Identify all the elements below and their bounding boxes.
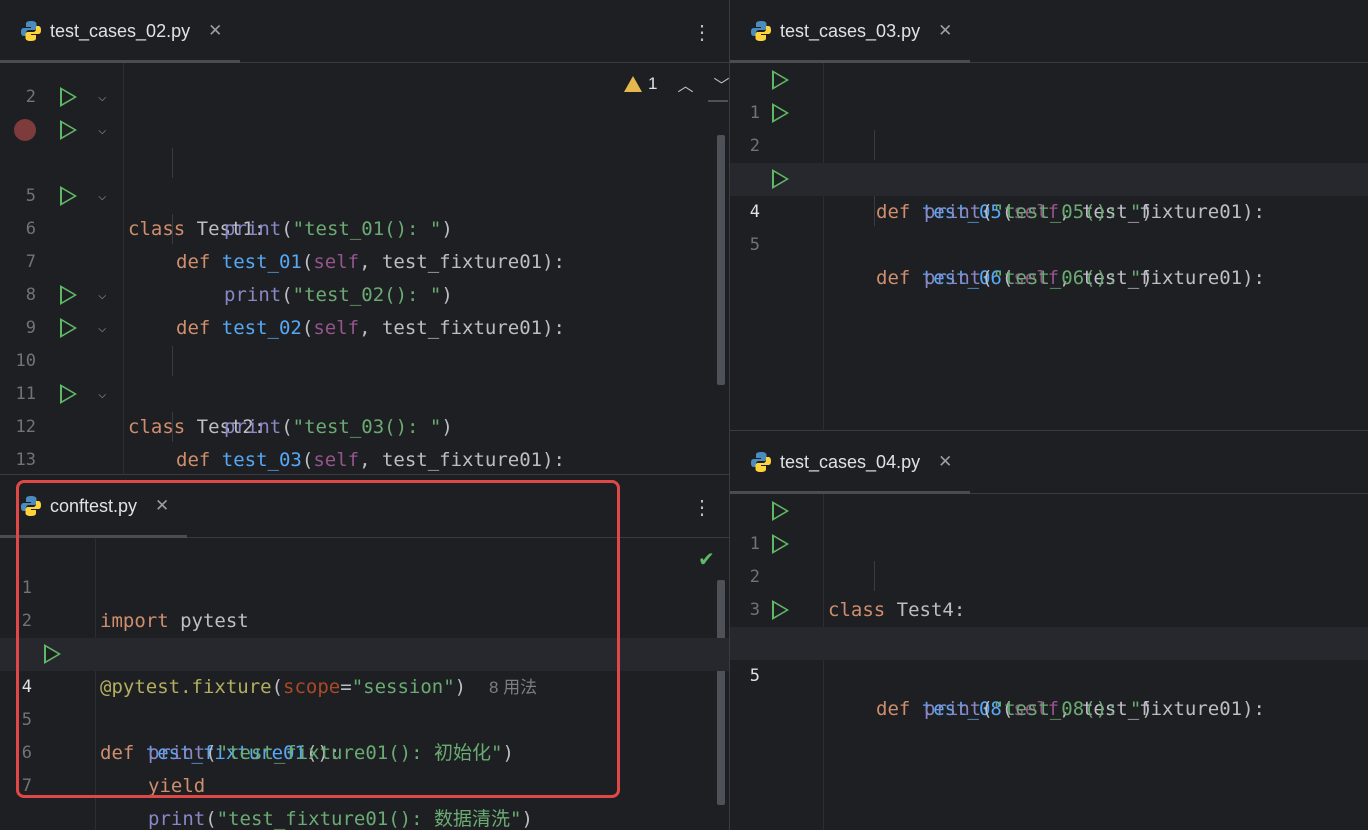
- line-number: 7: [21, 776, 32, 796]
- run-gutter-icon[interactable]: [772, 169, 789, 189]
- run-gutter-icon[interactable]: [60, 285, 77, 305]
- more-options-icon[interactable]: ⋮: [692, 495, 712, 520]
- tab-label: conftest.py: [50, 495, 138, 516]
- code-line[interactable]: 3 print("test_07(): "): [730, 561, 1368, 654]
- code-line-current[interactable]: 4 def test_fixture01():: [0, 638, 729, 764]
- breakpoint-icon[interactable]: [14, 119, 36, 141]
- code-line[interactable]: 5 print("test_fixture01(): 初始化"): [0, 671, 729, 764]
- editor-pane-test-cases-04: test_cases_04.py ✕ 1 class Test4: 2 def …: [730, 431, 1368, 830]
- code-line[interactable]: 6 yield: [0, 704, 729, 797]
- code-line[interactable]: 1 import pytest: [0, 539, 729, 632]
- code-line[interactable]: 12 ⌵ def test_04(self, test_fixture01):: [0, 378, 729, 437]
- close-icon[interactable]: ✕: [938, 452, 952, 472]
- run-gutter-icon[interactable]: [60, 186, 77, 206]
- fold-icon[interactable]: ⌵: [98, 180, 106, 213]
- tab-conftest[interactable]: conftest.py ✕: [0, 475, 188, 538]
- code-line[interactable]: 9 ⌵ class Test2:: [0, 279, 729, 438]
- code-text: yield: [148, 775, 206, 797]
- code-line-current[interactable]: 4 def test_06(self, test_fixture01):: [730, 163, 1368, 289]
- code-text: print("test_06(): "): [924, 267, 1153, 289]
- code-line[interactable]: 5 print("test_01(): "): [0, 147, 729, 240]
- code-line-current[interactable]: 5 print("test_08(): "): [730, 627, 1368, 720]
- line-number: 13: [15, 450, 36, 470]
- python-file-icon: [21, 21, 41, 41]
- run-gutter-icon[interactable]: [60, 87, 77, 107]
- code-line[interactable]: 2 def test_07(self, test_fixture01):: [730, 528, 1368, 654]
- fold-icon[interactable]: ⌵: [98, 312, 106, 345]
- code-line[interactable]: 4 def test_08(self, test_fixture01):: [730, 594, 1368, 720]
- tab-test-cases-03[interactable]: test_cases_03.py ✕: [730, 0, 971, 63]
- code-line[interactable]: 3 @pytest.fixture(scope="session") 8 用法: [0, 605, 729, 698]
- close-icon[interactable]: ✕: [938, 21, 952, 41]
- run-gutter-icon[interactable]: [60, 384, 77, 404]
- tab-bar: test_cases_04.py ✕: [730, 431, 1368, 494]
- run-gutter-icon[interactable]: [772, 501, 789, 521]
- code-line[interactable]: 6 ⌵ def test_02(self, test_fixture01):: [0, 180, 729, 339]
- code-line[interactable]: 3 ⌵ class Test1:: [0, 81, 729, 240]
- run-gutter-icon[interactable]: [772, 534, 789, 554]
- fold-icon[interactable]: ⌵: [98, 114, 106, 147]
- code-line[interactable]: 2: [0, 572, 729, 631]
- code-text: print("test_fixture01(): 数据清洗"): [148, 808, 533, 830]
- tab-bar: conftest.py ✕ ⋮: [0, 475, 729, 538]
- code-text: print("test_08(): "): [924, 698, 1153, 720]
- tab-bar: test_cases_03.py ✕: [730, 0, 1368, 63]
- python-file-icon: [21, 496, 41, 516]
- python-file-icon: [751, 21, 771, 41]
- run-gutter-icon[interactable]: [772, 70, 789, 90]
- close-icon[interactable]: ✕: [208, 21, 222, 41]
- string-cleanup: 数据清洗: [434, 808, 511, 830]
- more-options-icon[interactable]: ⋮: [692, 20, 712, 45]
- run-gutter-icon[interactable]: [44, 644, 61, 664]
- code-text: def test_03(self, test_fixture01):: [176, 449, 565, 471]
- editor-pane-test-cases-03: test_cases_03.py ✕ 1 class Test3: 2 def …: [730, 0, 1368, 430]
- code-line[interactable]: ⌵ def test_01(self, test_fixture01):: [0, 114, 729, 273]
- fold-icon[interactable]: ⌵: [98, 279, 106, 312]
- tab-test-cases-04[interactable]: test_cases_04.py ✕: [730, 431, 971, 494]
- code-line[interactable]: 1 class Test3:: [730, 64, 1368, 190]
- fold-icon[interactable]: ⌵: [98, 378, 106, 411]
- code-line[interactable]: 3 print("test_05(): "): [730, 130, 1368, 223]
- tab-label: test_cases_04.py: [780, 451, 921, 472]
- code-line[interactable]: 2: [0, 48, 729, 107]
- run-gutter-icon[interactable]: [60, 318, 77, 338]
- code-line[interactable]: 11 print("test_03(): "): [0, 345, 729, 438]
- python-file-icon: [751, 452, 771, 472]
- code-line[interactable]: 10 ⌵ def test_03(self, test_fixture01):: [0, 312, 729, 471]
- code-line[interactable]: 7 print("test_02(): "): [0, 213, 729, 306]
- fold-icon[interactable]: ⌵: [98, 81, 106, 114]
- run-gutter-icon[interactable]: [60, 120, 77, 140]
- editor-pane-conftest: conftest.py ✕ ⋮ ✔ 1 import pytest 2 3 @p…: [0, 475, 729, 830]
- close-icon[interactable]: ✕: [155, 496, 169, 516]
- editor-pane-test-cases-02: test_cases_02.py ✕ ⋮ 1 ︿ ﹀ 2 3 ⌵ class T…: [0, 0, 729, 474]
- line-number: 5: [749, 666, 760, 686]
- code-line[interactable]: 8: [0, 246, 729, 305]
- code-line[interactable]: 7 print("test_fixture01(): 数据清洗"): [0, 737, 729, 830]
- run-gutter-icon[interactable]: [772, 600, 789, 620]
- code-line[interactable]: 13 print("test_04(): "): [0, 411, 729, 470]
- line-number: 5: [749, 235, 760, 255]
- code-line[interactable]: 5 print("test_06(): "): [730, 196, 1368, 289]
- tab-label: test_cases_03.py: [780, 20, 921, 41]
- run-gutter-icon[interactable]: [772, 103, 789, 123]
- tab-label: test_cases_02.py: [50, 20, 191, 41]
- code-line[interactable]: 1 class Test4:: [730, 495, 1368, 621]
- code-line[interactable]: 2 def test_05(self, test_fixture01):: [730, 97, 1368, 223]
